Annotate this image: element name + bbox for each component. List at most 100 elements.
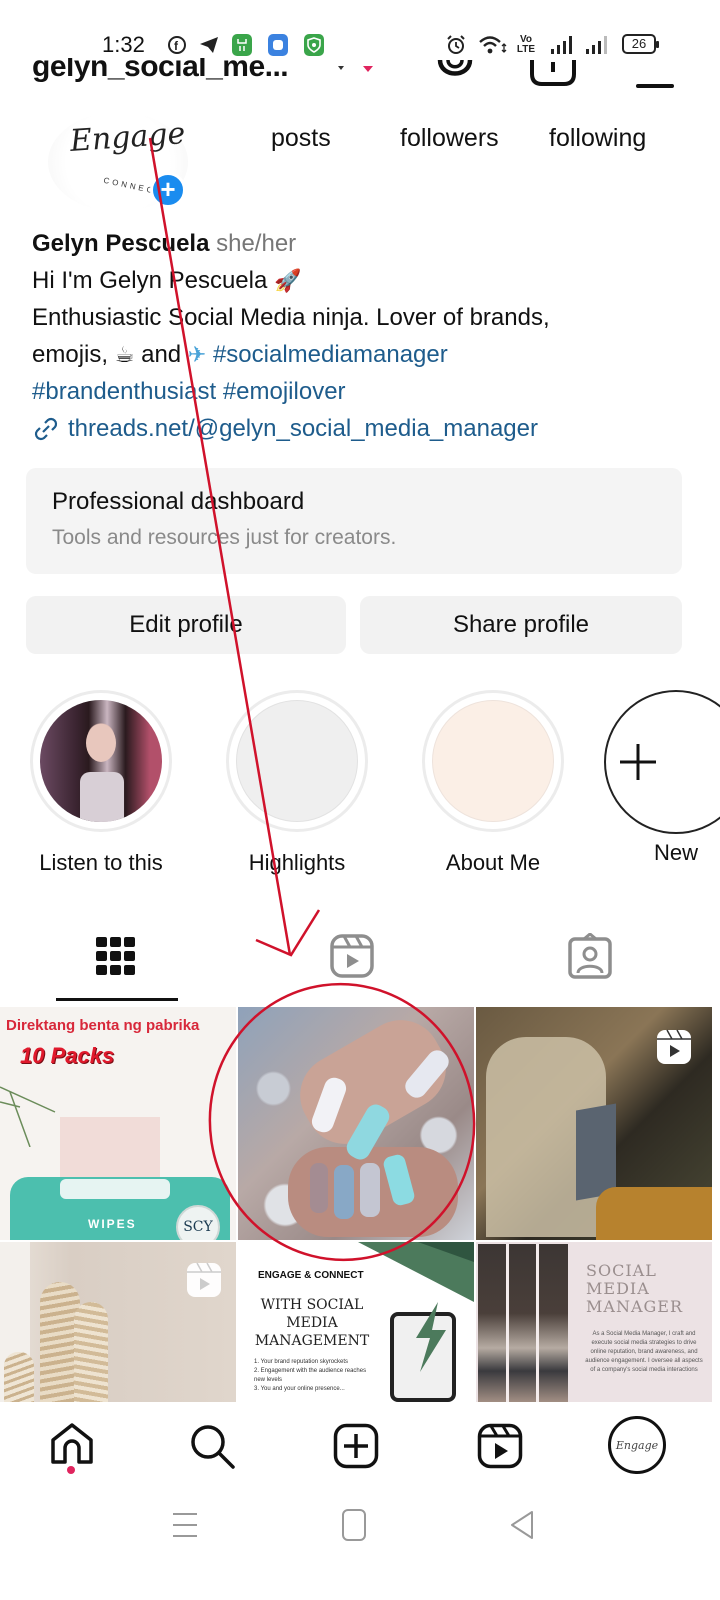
hashtag-link[interactable]: #socialmediamanager [213,341,448,368]
blue-app-icon [268,34,288,56]
grid-post[interactable] [476,1007,712,1240]
home-icon [51,1423,93,1464]
hashtag-link[interactable]: #brandenthusiast [32,378,216,405]
stat-posts-label[interactable]: posts [271,124,331,153]
nail-graphic [310,1163,328,1213]
grid-post[interactable]: Direktang benta ng pabrika 10 Packs WIPE… [0,1007,236,1240]
search-icon [191,1425,235,1469]
menu-icon[interactable] [636,84,674,88]
nav-search[interactable] [184,1418,240,1474]
status-time: 1:32 [102,32,145,57]
plant-decoration [0,1086,56,1147]
post-title: SOCIAL MEDIA MANAGER [586,1261,683,1316]
bio-text: emojis, [32,340,109,368]
volte-icon: Vo LTE [513,34,539,56]
coffee-emoji: ☕ [114,342,135,368]
recents-icon[interactable] [172,1510,198,1545]
post-subheadline: 10 Packs [20,1043,115,1068]
bio-name-line: Gelyn Pescuela she/her [32,226,692,263]
post-point: 2. Engagement with the audience reaches … [254,1368,367,1383]
highlight-label: Highlights [248,850,346,875]
stat-following-label[interactable]: following [549,124,646,153]
reel-badge-icon [656,1029,692,1070]
highlight-ring [30,690,172,832]
tab-posts-grid[interactable] [86,930,146,982]
highlight-label: About Me [445,850,541,875]
notification-dot [67,1466,75,1474]
highlight-ring [422,690,564,832]
grid-icon [96,937,135,975]
account-switcher-chevron-icon[interactable] [336,64,380,83]
tab-reels[interactable] [322,930,382,982]
battery-indicator: 26 [622,34,659,54]
link-icon [32,415,60,443]
bio-link-line[interactable]: threads.net/@gelyn_social_media_manager [32,411,692,448]
tab-tagged[interactable] [560,930,620,982]
plus-icon [620,744,656,780]
post-title: WITH SOCIAL MEDIA MANAGEMENT [254,1297,370,1349]
avatar-small-text: Engage [615,1438,659,1452]
threads-icon[interactable] [430,60,480,90]
nav-reels[interactable] [472,1418,528,1474]
professional-dashboard-subtitle: Tools and resources just for creators. [52,526,397,549]
add-story-button[interactable]: + [150,172,186,208]
green-app-icon [232,34,252,56]
system-home-icon[interactable] [341,1508,367,1547]
back-icon[interactable] [510,1510,534,1545]
highlight-cover-blank [236,700,358,822]
signal-icon [583,34,611,56]
signal-icon [548,34,576,56]
alarm-icon [444,34,468,56]
active-tab-indicator [56,998,178,1001]
post-brand-line: ENGAGE & CONNECT [258,1270,364,1281]
profile-username-header[interactable]: gelyn_social_me... [32,58,288,84]
profile-bio: Gelyn Pescuela she/her Hi I'm Gelyn Pesc… [32,226,692,447]
bio-line-3: emojis, ☕ and ✈ #socialmediamanager [32,337,692,375]
lightning-graphic [416,1302,446,1372]
bottom-navigation: Engage [0,1402,720,1490]
pants-graphic [596,1187,712,1240]
story-highlight[interactable]: Listen to this [26,690,176,876]
nail-graphic [360,1163,380,1217]
system-navigation-bar [0,1490,720,1600]
hashtag-link[interactable]: #emojilover [223,378,346,405]
rocket-emoji: 🚀 [274,268,302,294]
profile-avatar-small: Engage [608,1416,666,1474]
post-point: 1. Your brand reputation skyrockets [254,1359,349,1365]
highlight-label: New [654,840,699,865]
stat-followers-label[interactable]: followers [400,124,499,153]
svg-text:f: f [174,39,179,53]
professional-dashboard-card[interactable]: Professional dashboard Tools and resourc… [26,468,682,574]
highlight-label: Listen to this [39,850,163,875]
reels-icon [330,934,374,978]
bio-line-2: Enthusiastic Social Media ninja. Lover o… [32,304,550,331]
facebook-icon: f [166,34,188,56]
story-highlight[interactable]: Highlights [222,690,372,876]
nav-profile[interactable]: Engage [606,1414,668,1476]
bio-text: and [141,340,182,368]
story-highlight[interactable]: About Me [418,690,568,876]
reel-badge-icon [186,1262,222,1303]
highlight-cover-photo [40,700,162,822]
professional-dashboard-title: Professional dashboard [52,488,305,515]
grid-post[interactable] [238,1007,474,1240]
annotation-arrowhead [255,909,321,957]
share-profile-button[interactable]: Share profile [360,596,682,654]
bio-line-1: Hi I'm Gelyn Pescuela 🚀 [32,263,692,301]
wipes-opening-graphic [60,1179,170,1199]
nail-graphic [334,1165,354,1219]
wifi-icon [478,34,508,56]
nav-create[interactable] [328,1418,384,1474]
telegram-icon [198,34,220,56]
add-content-icon[interactable] [528,60,578,90]
new-highlight-circle [604,690,720,834]
bio-line-4: #brandenthusiast #emojilover [32,374,692,411]
airplane-emoji: ✈ [187,342,207,368]
edit-profile-button[interactable]: Edit profile [26,596,346,654]
green-shield-app-icon [304,34,324,56]
reels-icon [477,1423,523,1469]
threads-profile-link[interactable]: threads.net/@gelyn_social_media_manager [68,411,538,448]
post-points: 1. Your brand reputation skyrockets 2. E… [254,1358,374,1394]
post-product-label: WIPES [88,1217,137,1231]
new-highlight-button[interactable]: New [604,690,720,866]
